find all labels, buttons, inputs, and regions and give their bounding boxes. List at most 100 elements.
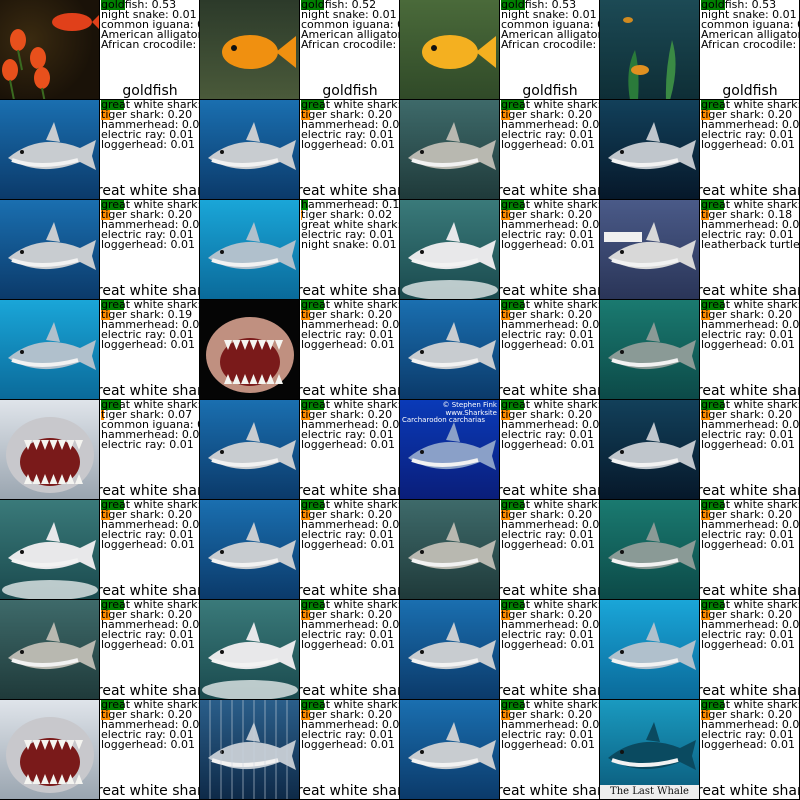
sample-image xyxy=(200,500,300,600)
prediction-line: loggerhead: 0.01 xyxy=(301,538,396,551)
prediction-line: loggerhead: 0.01 xyxy=(101,739,195,750)
ground-truth-label: great white shark xyxy=(100,683,199,699)
ground-truth-label: great white shark xyxy=(500,483,599,499)
photo-subject xyxy=(408,622,496,670)
ground-truth-label: great white shark xyxy=(300,483,399,499)
ground-truth-label: great white shark xyxy=(500,783,599,799)
ground-truth-label: great white shark xyxy=(700,483,799,499)
ground-truth-label: great white shark xyxy=(300,683,399,699)
photo-subject xyxy=(408,722,496,770)
photo-subject xyxy=(408,522,496,570)
sample-image xyxy=(600,500,700,600)
sample-image xyxy=(400,100,500,200)
photo-subject xyxy=(6,717,94,793)
sample-image xyxy=(400,300,500,400)
prediction-line: electric ray: 0.01 xyxy=(101,439,194,450)
prediction-line: loggerhead: 0.01 xyxy=(701,338,796,351)
photo-subject xyxy=(608,522,696,570)
prediction-panel: great white shark: 0.51tiger shark: 0.20… xyxy=(500,400,600,500)
prediction-panel: great white shark: 0.51tiger shark: 0.20… xyxy=(300,100,400,200)
sample-image xyxy=(0,600,100,700)
prediction-line: loggerhead: 0.01 xyxy=(501,139,595,150)
ground-truth-label: goldfish xyxy=(122,83,178,99)
prediction-panel: great white shark: 0.51tiger shark: 0.20… xyxy=(100,200,200,300)
prediction-line: loggerhead: 0.01 xyxy=(101,238,196,251)
photo-subject xyxy=(208,700,296,799)
photo-subject xyxy=(206,317,294,393)
prediction-panel: great white shark: 0.51tiger shark: 0.20… xyxy=(700,600,800,700)
prediction-text: leatherback turtle: 0.01 xyxy=(701,238,800,251)
sample-image xyxy=(600,400,700,500)
ground-truth-label: great white shark xyxy=(700,383,799,399)
prediction-line: loggerhead: 0.01 xyxy=(101,539,195,550)
sample-image xyxy=(0,700,100,800)
prediction-line: African crocodile: 0.01 xyxy=(101,38,199,51)
prediction-text: loggerhead: 0.01 xyxy=(301,538,396,551)
prediction-text: loggerhead: 0.01 xyxy=(101,638,196,651)
prediction-text: loggerhead: 0.01 xyxy=(701,738,796,751)
photo-subject xyxy=(608,322,696,370)
ground-truth-label: goldfish xyxy=(722,83,778,99)
sample-image xyxy=(200,400,300,500)
sample-image xyxy=(200,300,300,400)
sample-image: The Last Whale xyxy=(600,700,700,800)
prediction-text: loggerhead: 0.01 xyxy=(501,538,596,551)
prediction-line: loggerhead: 0.01 xyxy=(501,538,596,551)
ground-truth-label: goldfish xyxy=(322,83,378,99)
photo-subject xyxy=(608,122,696,170)
prediction-line: loggerhead: 0.01 xyxy=(501,339,595,350)
prediction-panel: great white shark: 0.51tiger shark: 0.20… xyxy=(300,500,400,600)
prediction-line: loggerhead: 0.01 xyxy=(301,639,395,650)
prediction-line: loggerhead: 0.01 xyxy=(101,638,196,651)
ground-truth-label: great white shark xyxy=(100,283,199,299)
ground-truth-label: great white shark xyxy=(100,483,199,499)
prediction-panel: great white shark: 0.51tiger shark: 0.20… xyxy=(500,500,600,600)
prediction-text: loggerhead: 0.01 xyxy=(501,738,596,751)
prediction-text: loggerhead: 0.01 xyxy=(101,138,196,151)
prediction-text: loggerhead: 0.01 xyxy=(101,238,196,251)
sample-image xyxy=(400,0,500,100)
sample-image xyxy=(0,400,100,500)
image-caption: The Last Whale xyxy=(600,785,699,799)
prediction-text: loggerhead: 0.01 xyxy=(301,338,396,351)
prediction-line: African crocodile: 0.01 xyxy=(301,39,399,50)
photo-subject xyxy=(2,522,98,599)
sample-image: © Stephen Fink Carcharodon carcharias www.… xyxy=(400,400,500,500)
prediction-line: loggerhead: 0.01 xyxy=(301,139,395,150)
sample-image xyxy=(200,100,300,200)
prediction-text: loggerhead: 0.01 xyxy=(701,438,796,451)
ground-truth-label: great white shark xyxy=(500,283,599,299)
prediction-text: loggerhead: 0.01 xyxy=(701,138,796,151)
prediction-line: loggerhead: 0.01 xyxy=(101,339,195,350)
ground-truth-label: great white shark xyxy=(500,683,599,699)
prediction-text: loggerhead: 0.01 xyxy=(501,238,596,251)
sample-image xyxy=(600,300,700,400)
ground-truth-label: great white shark xyxy=(100,783,199,799)
sample-image xyxy=(600,0,700,100)
ground-truth-label: great white shark xyxy=(300,383,399,399)
prediction-line: loggerhead: 0.01 xyxy=(101,138,196,151)
prediction-panel: great white shark: 0.51tiger shark: 0.20… xyxy=(700,100,800,200)
prediction-panel: goldfish: 0.52 night snake: 0.01 common ig… xyxy=(300,0,400,100)
prediction-text: night snake: 0.01 xyxy=(301,238,397,251)
ground-truth-label: great white shark xyxy=(100,383,199,399)
ground-truth-label: great white shark xyxy=(700,683,799,699)
prediction-text: African crocodile: 0.01 xyxy=(101,38,199,51)
prediction-line: loggerhead: 0.01 xyxy=(701,138,796,151)
photo-subject xyxy=(8,122,96,170)
prediction-panel: great white shark: 0.45tiger shark: 0.07… xyxy=(100,400,200,500)
sample-image xyxy=(400,200,500,300)
ground-truth-label: great white shark xyxy=(700,283,799,299)
ground-truth-label: great white shark xyxy=(300,783,399,799)
photo-subject xyxy=(222,35,296,69)
prediction-panel: great white shark: 0.51tiger shark: 0.20… xyxy=(500,200,600,300)
prediction-text: loggerhead: 0.01 xyxy=(701,638,796,651)
prediction-text: loggerhead: 0.01 xyxy=(701,338,796,351)
prediction-line: night snake: 0.01 xyxy=(301,238,397,251)
photo-subject xyxy=(8,622,96,670)
photo-subject xyxy=(422,35,496,69)
prediction-line: African crocodile: 0.01 xyxy=(701,39,799,50)
prediction-line: loggerhead: 0.01 xyxy=(501,439,595,450)
ground-truth-label: great white shark xyxy=(500,383,599,399)
sample-image xyxy=(0,200,100,300)
